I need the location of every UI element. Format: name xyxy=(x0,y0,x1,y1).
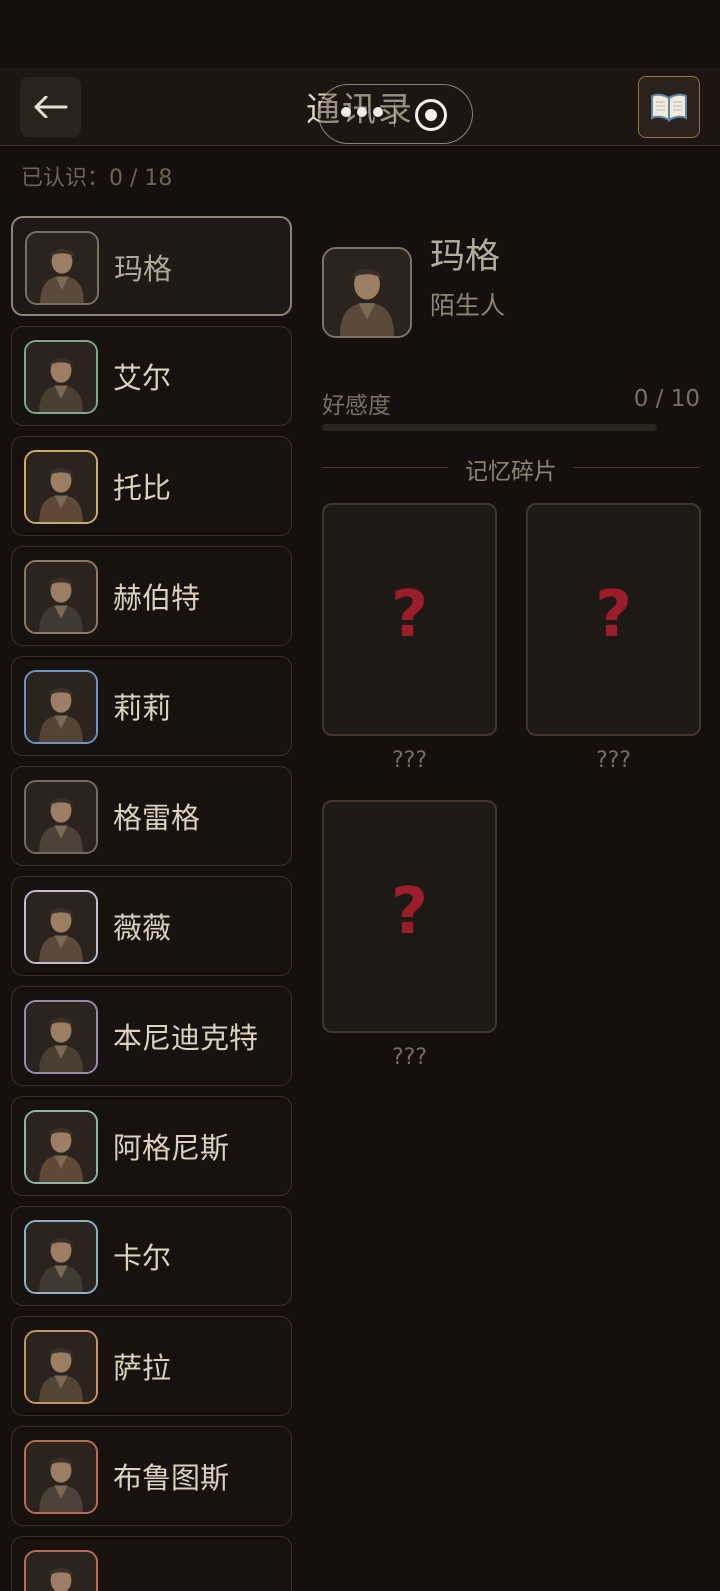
contact-card[interactable]: 艾尔 xyxy=(11,326,292,426)
open-book-icon xyxy=(651,93,687,122)
contact-name: 玛格 xyxy=(114,252,173,286)
relationship-status: 陌生人 xyxy=(430,291,506,320)
memory-section-title: 记忆碎片 xyxy=(465,459,557,485)
affinity-label: 好感度 xyxy=(322,393,391,419)
contact-name: 格雷格 xyxy=(113,801,201,835)
contact-avatar xyxy=(24,560,98,634)
contact-card[interactable]: 萨拉 xyxy=(11,1316,292,1416)
mini-program-capsule[interactable] xyxy=(318,84,473,144)
contact-card[interactable]: 赫伯特 xyxy=(11,546,292,646)
contact-name: 阿格尼斯 xyxy=(113,1131,230,1165)
memory-divider-right xyxy=(574,467,700,468)
contact-card[interactable]: 玛格 xyxy=(11,216,292,316)
capsule-divider xyxy=(394,103,395,127)
known-count: 已认识：0 / 18 xyxy=(21,166,173,191)
contact-avatar xyxy=(24,1000,98,1074)
memory-fragment-label: ??? xyxy=(391,1045,428,1070)
contact-name: 萨拉 xyxy=(113,1351,172,1385)
contact-name: 莉莉 xyxy=(113,691,172,725)
contact-name: 本尼迪克特 xyxy=(113,1021,259,1055)
memory-fragment-card[interactable]: ? xyxy=(322,800,497,1033)
contact-avatar xyxy=(24,890,98,964)
contact-avatar xyxy=(25,231,99,305)
contact-avatar xyxy=(24,1330,98,1404)
close-target-icon[interactable] xyxy=(415,99,447,131)
contact-avatar xyxy=(24,1220,98,1294)
question-mark-icon: ? xyxy=(594,578,633,652)
affinity-value: 0 / 10 xyxy=(633,386,700,412)
contact-card[interactable]: 本尼迪克特 xyxy=(11,986,292,1086)
contact-avatar xyxy=(24,1440,98,1514)
contact-card[interactable]: 布鲁图斯 xyxy=(11,1426,292,1526)
contact-card[interactable]: 薇薇 xyxy=(11,876,292,976)
contact-name: 布鲁图斯 xyxy=(113,1461,230,1495)
contact-card[interactable]: 托比 xyxy=(11,436,292,536)
contact-card[interactable]: 阿格尼斯 xyxy=(11,1096,292,1196)
contact-card[interactable]: 莉莉 xyxy=(11,656,292,756)
question-mark-icon: ? xyxy=(390,578,429,652)
app-root: 通讯录 已认识：0 / 18 玛格艾尔托比赫伯特莉莉格雷格薇薇本尼迪克特阿格尼斯… xyxy=(0,0,720,1591)
header: 通讯录 xyxy=(0,68,720,146)
contact-card[interactable]: 格雷格 xyxy=(11,766,292,866)
memory-fragment-card[interactable]: ? xyxy=(526,503,701,736)
contact-card[interactable]: 卡尔 xyxy=(11,1206,292,1306)
contact-avatar xyxy=(24,340,98,414)
contact-name: 艾尔 xyxy=(113,361,172,395)
more-icon[interactable] xyxy=(341,107,383,117)
contact-avatar xyxy=(24,670,98,744)
contact-name: 赫伯特 xyxy=(113,581,201,615)
contact-avatar xyxy=(24,780,98,854)
detail-avatar xyxy=(322,247,412,338)
memory-fragment-label: ??? xyxy=(391,748,428,773)
question-mark-icon: ? xyxy=(390,875,429,949)
detail-name: 玛格 xyxy=(430,237,501,277)
contact-card[interactable] xyxy=(11,1536,292,1591)
status-bar-area xyxy=(0,0,720,68)
book-button[interactable] xyxy=(638,76,700,138)
affinity-bar xyxy=(322,424,657,431)
contact-avatar xyxy=(24,1550,98,1591)
contact-name: 卡尔 xyxy=(113,1241,172,1275)
memory-fragment-card[interactable]: ? xyxy=(322,503,497,736)
contact-name: 薇薇 xyxy=(113,911,172,945)
contact-avatar xyxy=(24,1110,98,1184)
memory-fragment-label: ??? xyxy=(595,748,632,773)
